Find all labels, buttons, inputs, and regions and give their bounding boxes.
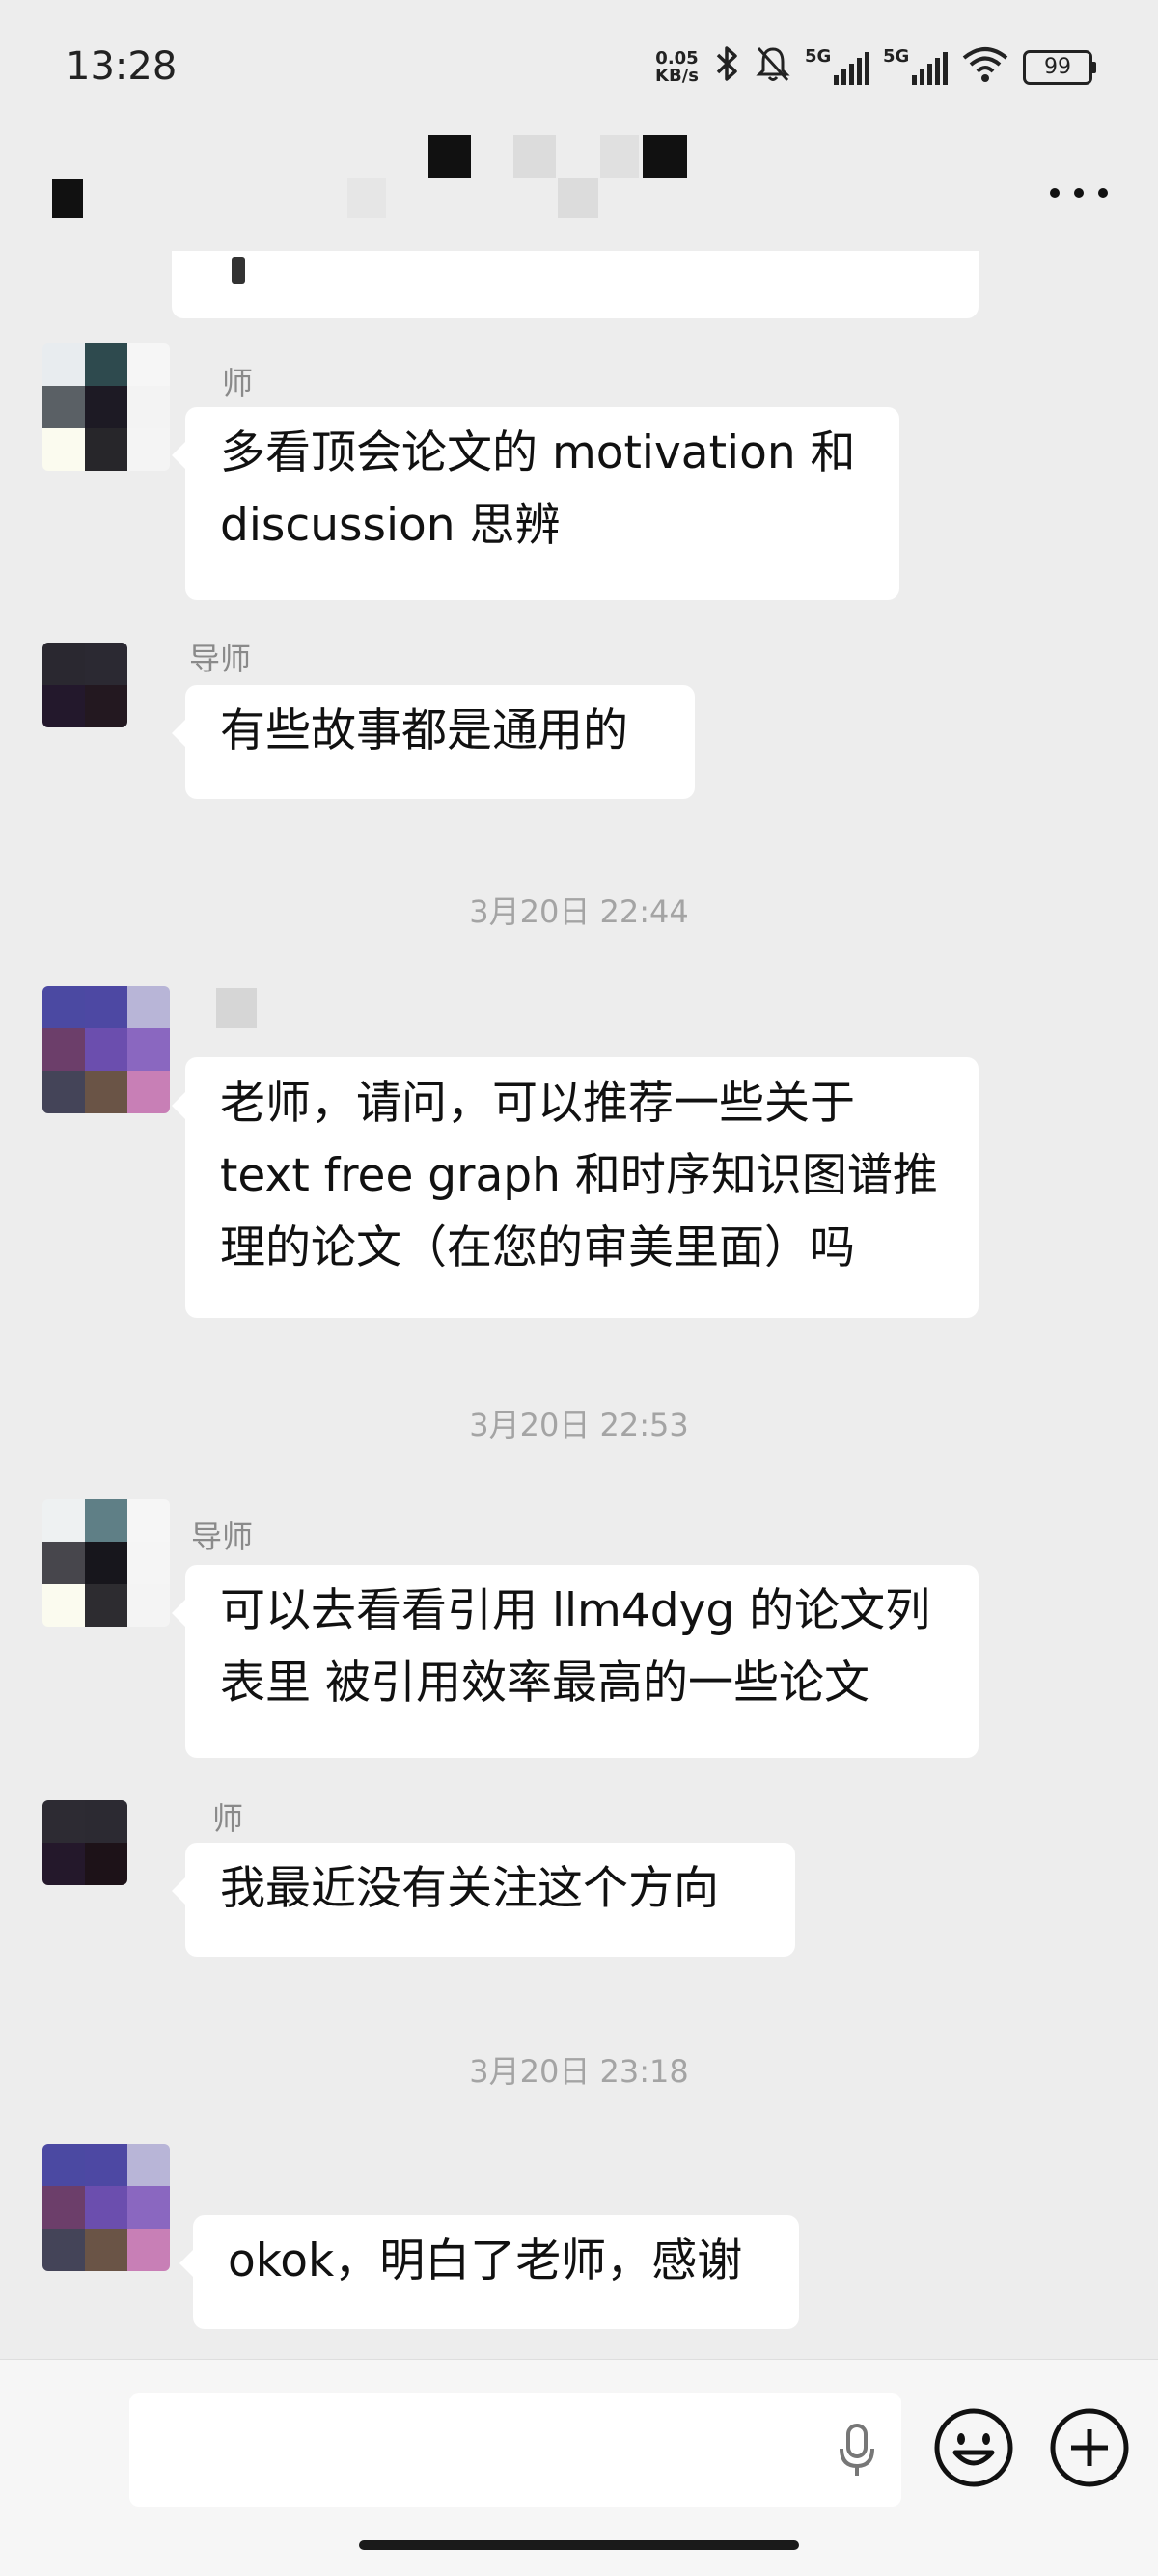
avatar[interactable] (42, 1499, 170, 1627)
emoji-icon (934, 2408, 1013, 2487)
chat-screen: 13:28 0.05 KB/s 5G 5G 99 师 多看顶会论文的 motiv… (0, 0, 1158, 2576)
status-icons: 0.05 KB/s 5G 5G 99 (655, 44, 1096, 92)
message-input[interactable] (129, 2393, 901, 2507)
status-bar: 13:28 0.05 KB/s 5G 5G 99 (0, 0, 1158, 135)
timestamp: 3月20日 22:53 (469, 1407, 689, 1443)
microphone-icon[interactable] (834, 2422, 880, 2480)
network-speed: 0.05 KB/s (655, 50, 699, 85)
timestamp: 3月20日 22:44 (469, 893, 689, 930)
back-button[interactable] (50, 174, 85, 220)
avatar[interactable] (42, 1800, 127, 1885)
signal-sim2-label: 5G (883, 46, 910, 67)
avatar[interactable] (42, 643, 127, 727)
sender-name: 师 (222, 365, 254, 401)
back-arrow-icon (52, 179, 83, 218)
signal-sim1-icon: 5G (805, 46, 869, 85)
message-bubble[interactable]: 老师，请问，可以推荐一些关于 text free graph 和时序知识图谱推 … (172, 1057, 979, 1318)
message-list[interactable]: 师 多看顶会论文的 motivation 和 discussion 思辨 导师 … (0, 251, 1158, 2359)
message-bubble[interactable]: 可以去看看引用 llm4dyg 的论文列 表里 被引用效率最高的一些论文 (172, 1565, 979, 1758)
avatar[interactable] (42, 343, 170, 471)
chat-header (0, 135, 1158, 251)
chat-title-redacted (347, 135, 888, 222)
status-time: 13:28 (66, 44, 178, 89)
signal-sim1-label: 5G (805, 46, 832, 67)
sender-name: 导师 (191, 1519, 254, 1555)
plus-icon (1050, 2408, 1129, 2487)
mute-bell-icon (755, 44, 791, 92)
battery-level: 99 (1023, 50, 1092, 85)
timestamp: 3月20日 23:18 (469, 2053, 689, 2090)
more-button[interactable] (1050, 174, 1108, 212)
plus-button[interactable] (1048, 2406, 1131, 2489)
network-speed-unit: KB/s (655, 66, 699, 86)
message-bubble[interactable]: 有些故事都是通用的 (172, 685, 695, 799)
avatar[interactable] (42, 2144, 170, 2271)
battery-icon: 99 (1023, 50, 1096, 85)
avatar[interactable] (42, 986, 170, 1113)
message-bubble[interactable]: okok，明白了老师，感谢 (179, 2215, 799, 2329)
emoji-button[interactable] (932, 2406, 1015, 2489)
more-dots-icon (1050, 188, 1060, 198)
message-bubble-partial[interactable] (172, 251, 979, 318)
bluetooth-icon (712, 44, 741, 92)
wifi-icon (961, 44, 1009, 92)
home-indicator[interactable] (359, 2540, 799, 2550)
sender-name: 师 (212, 1800, 244, 1837)
message-bubble[interactable]: 多看顶会论文的 motivation 和 discussion 思辨 (172, 407, 899, 600)
sender-name: 导师 (189, 641, 252, 677)
signal-sim2-icon: 5G (883, 46, 948, 85)
message-bubble[interactable]: 我最近没有关注这个方向 (172, 1843, 795, 1957)
